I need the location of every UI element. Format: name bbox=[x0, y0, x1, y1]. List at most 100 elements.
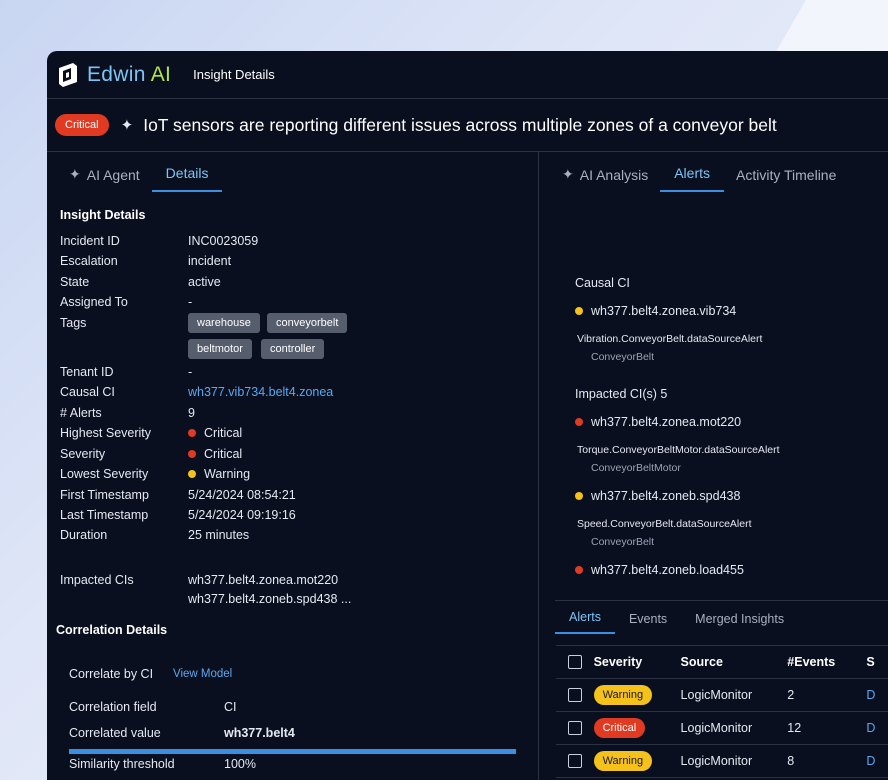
details-pane: ✦ AI Agent Details Insight Details Incid… bbox=[47, 152, 539, 780]
tab-label: AI Analysis bbox=[579, 166, 649, 183]
column-header-truncated[interactable]: S bbox=[866, 655, 888, 669]
tag-chip[interactable]: conveyorbelt bbox=[267, 313, 348, 333]
impacted-ci-value: wh377.belt4.zoneb.spd438 ... bbox=[188, 592, 352, 606]
table-row[interactable]: Critical LogicMonitor 12 D bbox=[556, 712, 888, 745]
causal-ci-label: Causal CI bbox=[60, 385, 115, 399]
causal-ci-alert: Vibration.ConveyorBelt.dataSourceAlert bbox=[577, 333, 763, 345]
table-row[interactable]: Warning LogicMonitor 2 D bbox=[556, 679, 888, 712]
events-cell: 2 bbox=[787, 688, 795, 702]
tab-label: Details bbox=[165, 165, 209, 181]
similarity-threshold-label: Similarity threshold bbox=[69, 757, 175, 771]
impacted-ci-alert: Torque.ConveyorBeltMotor.dataSourceAlert bbox=[577, 444, 780, 456]
escalation-value: incident bbox=[188, 254, 232, 268]
view-model-link[interactable]: View Model bbox=[173, 668, 232, 680]
right-tab-bar: ✦ AI Analysis Alerts Activity Timeline bbox=[540, 152, 888, 192]
top-bar: Edwin AI Insight Details bbox=[47, 51, 888, 99]
severity-label: Severity bbox=[60, 447, 106, 461]
tab-label: Activity Timeline bbox=[736, 167, 837, 183]
state-label: State bbox=[60, 275, 90, 289]
causal-ci-link[interactable]: wh377.vib734.belt4.zonea bbox=[188, 385, 333, 399]
lowest-severity-value: Warning bbox=[188, 467, 250, 481]
tags-label: Tags bbox=[60, 316, 87, 330]
severity-value: Critical bbox=[188, 447, 242, 461]
column-header-severity[interactable]: Severity bbox=[594, 655, 681, 669]
tab-ai-agent[interactable]: ✦ AI Agent bbox=[69, 166, 154, 192]
left-tab-bar: ✦ AI Agent Details bbox=[47, 152, 538, 192]
tab-details[interactable]: Details bbox=[151, 165, 223, 192]
critical-dot-icon bbox=[188, 429, 196, 437]
events-cell: 12 bbox=[787, 721, 802, 735]
tenant-id-label: Tenant ID bbox=[60, 365, 114, 379]
source-cell: LogicMonitor bbox=[680, 754, 753, 768]
select-all-checkbox[interactable] bbox=[567, 655, 582, 669]
subtab-merged-insights[interactable]: Merged Insights bbox=[681, 612, 798, 634]
alerts-table: Severity Source #Events S Warning LogicM… bbox=[556, 645, 888, 778]
warning-dot-icon bbox=[575, 492, 583, 500]
tag-chip[interactable]: beltmotor bbox=[188, 339, 252, 359]
causal-ci-item[interactable]: wh377.belt4.zonea.vib734 bbox=[575, 304, 736, 318]
incident-id-value: INC0023059 bbox=[188, 234, 259, 248]
page-title: Insight Details bbox=[193, 67, 275, 82]
last-timestamp-label: Last Timestamp bbox=[60, 508, 149, 522]
impacted-ci-item[interactable]: wh377.belt4.zonea.mot220 bbox=[575, 415, 741, 429]
truncated-cell[interactable]: D bbox=[866, 688, 888, 702]
tag-chip[interactable]: warehouse bbox=[188, 313, 260, 333]
alerts-pane: ✦ AI Analysis Alerts Activity Timeline C… bbox=[540, 152, 888, 780]
assigned-to-value: - bbox=[188, 295, 193, 309]
incident-id-label: Incident ID bbox=[60, 234, 120, 248]
impacted-cis-heading: Impacted CI(s) 5 bbox=[575, 387, 668, 401]
truncated-cell[interactable]: D bbox=[866, 721, 888, 735]
source-cell: LogicMonitor bbox=[680, 688, 753, 702]
column-header-events[interactable]: #Events bbox=[787, 655, 866, 669]
impacted-cis-label: Impacted CIs bbox=[60, 573, 134, 587]
correlation-field-label: Correlation field bbox=[69, 700, 157, 714]
similarity-threshold-value: 100% bbox=[224, 757, 256, 771]
insight-title: IoT sensors are reporting different issu… bbox=[143, 114, 777, 135]
edwin-logo-icon bbox=[59, 62, 77, 87]
causal-ci-type: ConveyorBelt bbox=[591, 351, 655, 363]
assigned-to-label: Assigned To bbox=[60, 295, 128, 309]
severity-pill: Critical bbox=[593, 718, 646, 738]
severity-pill: Warning bbox=[593, 751, 653, 771]
app-window: Edwin AI Insight Details Critical ✦ IoT … bbox=[47, 51, 888, 780]
insight-details-title: Insight Details bbox=[60, 208, 146, 222]
correlated-value-label: Correlated value bbox=[69, 726, 161, 740]
subtab-events[interactable]: Events bbox=[615, 612, 681, 634]
truncated-cell[interactable]: D bbox=[866, 754, 888, 768]
insight-headline: Critical ✦ IoT sensors are reporting dif… bbox=[47, 99, 888, 152]
tag-chip[interactable]: controller bbox=[261, 339, 325, 359]
correlate-by-label: Correlate by CI bbox=[69, 667, 154, 681]
critical-dot-icon bbox=[575, 566, 583, 574]
correlation-progress-bar bbox=[69, 749, 516, 754]
row-checkbox[interactable] bbox=[567, 721, 582, 735]
first-timestamp-value: 5/24/2024 08:54:21 bbox=[188, 488, 296, 502]
events-cell: 8 bbox=[787, 754, 795, 768]
duration-label: Duration bbox=[60, 528, 108, 542]
tab-activity-timeline[interactable]: Activity Timeline bbox=[736, 167, 850, 192]
impacted-ci-item[interactable]: wh377.belt4.zoneb.load455 bbox=[575, 563, 744, 577]
severity-badge: Critical bbox=[55, 114, 109, 136]
alerts-count-label: # Alerts bbox=[60, 406, 102, 420]
alerts-count-value: 9 bbox=[188, 406, 195, 420]
warning-dot-icon bbox=[188, 470, 196, 478]
highest-severity-value: Critical bbox=[188, 426, 242, 440]
subtab-alerts[interactable]: Alerts bbox=[555, 610, 615, 634]
tenant-id-value: - bbox=[188, 365, 193, 379]
critical-dot-icon bbox=[575, 418, 583, 426]
critical-dot-icon bbox=[188, 450, 196, 458]
correlated-value: wh377.belt4 bbox=[224, 726, 295, 740]
impacted-ci-item[interactable]: wh377.belt4.zoneb.spd438 bbox=[575, 489, 740, 503]
tab-alerts[interactable]: Alerts bbox=[660, 165, 725, 192]
brand-name: Edwin AI bbox=[87, 62, 172, 86]
impacted-ci-value: wh377.belt4.zonea.mot220 bbox=[188, 573, 339, 587]
tab-ai-analysis[interactable]: ✦ AI Analysis bbox=[562, 166, 662, 192]
row-checkbox[interactable] bbox=[567, 688, 582, 702]
impacted-ci-type: ConveyorBeltMotor bbox=[591, 462, 681, 474]
row-checkbox[interactable] bbox=[567, 754, 582, 768]
correlation-details-title: Correlation Details bbox=[56, 623, 168, 637]
column-header-source[interactable]: Source bbox=[681, 655, 788, 669]
sparkle-icon: ✦ bbox=[562, 166, 574, 182]
table-row[interactable]: Warning LogicMonitor 8 D bbox=[556, 745, 888, 778]
sparkle-icon: ✦ bbox=[69, 166, 81, 182]
impacted-ci-type: ConveyorBelt bbox=[591, 536, 655, 548]
